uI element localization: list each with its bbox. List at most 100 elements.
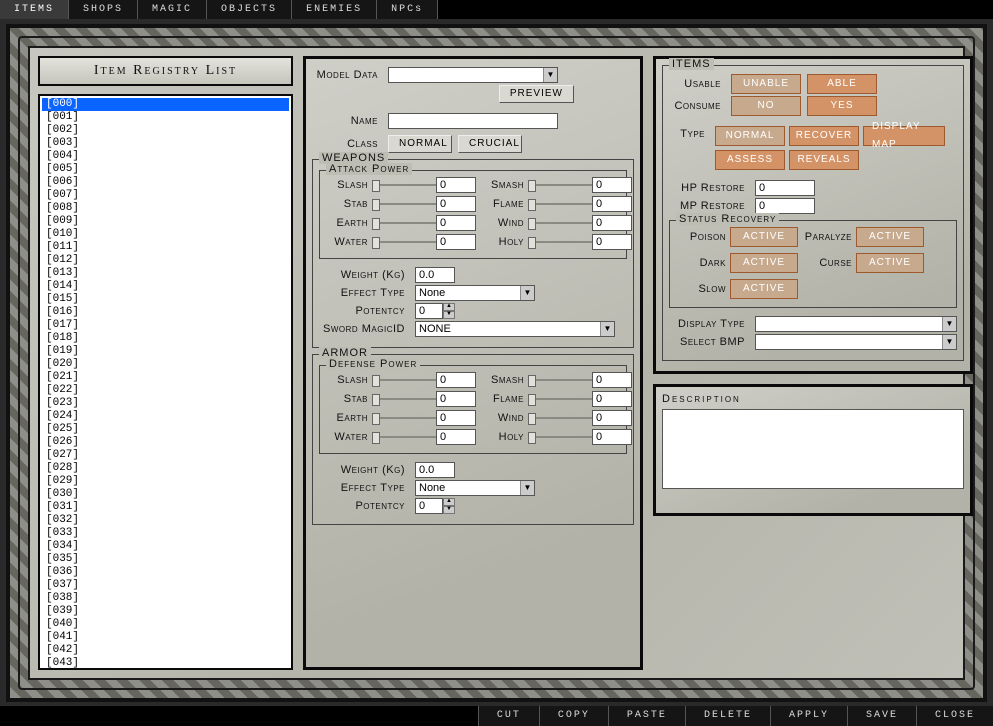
registry-row[interactable]: [028] <box>42 462 289 475</box>
registry-row[interactable]: [032] <box>42 514 289 527</box>
copy-button[interactable]: COPY <box>539 706 608 726</box>
usable-unable-button[interactable]: UNABLE <box>731 74 801 94</box>
w-earth-value[interactable]: 0 <box>436 215 476 231</box>
registry-row[interactable]: [007] <box>42 189 289 202</box>
registry-row[interactable]: [031] <box>42 501 289 514</box>
hp-restore-input[interactable]: 0 <box>755 180 815 196</box>
w-stab-slider[interactable] <box>372 198 436 210</box>
save-button[interactable]: SAVE <box>847 706 916 726</box>
type-displaymap-button[interactable]: DISPLAY MAP <box>863 126 945 146</box>
registry-row[interactable]: [040] <box>42 618 289 631</box>
w-flame-slider[interactable] <box>528 198 592 210</box>
sword-magic-dropdown[interactable]: NONE ▼ <box>415 321 615 337</box>
registry-row[interactable]: [024] <box>42 410 289 423</box>
registry-row[interactable]: [036] <box>42 566 289 579</box>
a-potency-spinner[interactable]: 0 ▲▼ <box>415 498 455 514</box>
type-normal-button[interactable]: NORMAL <box>715 126 785 146</box>
a-water-value[interactable]: 0 <box>436 429 476 445</box>
w-water-slider[interactable] <box>372 236 436 248</box>
a-slash-value[interactable]: 0 <box>436 372 476 388</box>
w-slash-value[interactable]: 0 <box>436 177 476 193</box>
sr-dark-button[interactable]: ACTIVE <box>730 253 798 273</box>
w-holy-slider[interactable] <box>528 236 592 248</box>
registry-row[interactable]: [017] <box>42 319 289 332</box>
registry-row[interactable]: [019] <box>42 345 289 358</box>
cut-button[interactable]: CUT <box>478 706 539 726</box>
registry-row[interactable]: [005] <box>42 163 289 176</box>
caret-up-icon[interactable]: ▲ <box>443 498 455 506</box>
registry-row[interactable]: [014] <box>42 280 289 293</box>
w-weight-input[interactable]: 0.0 <box>415 267 455 283</box>
a-flame-value[interactable]: 0 <box>592 391 632 407</box>
a-stab-value[interactable]: 0 <box>436 391 476 407</box>
w-wind-value[interactable]: 0 <box>592 215 632 231</box>
w-water-value[interactable]: 0 <box>436 234 476 250</box>
w-smash-value[interactable]: 0 <box>592 177 632 193</box>
name-input[interactable] <box>388 113 558 129</box>
registry-row[interactable]: [002] <box>42 124 289 137</box>
apply-button[interactable]: APPLY <box>770 706 847 726</box>
registry-row[interactable]: [027] <box>42 449 289 462</box>
usable-able-button[interactable]: ABLE <box>807 74 877 94</box>
a-water-slider[interactable] <box>372 431 436 443</box>
a-holy-slider[interactable] <box>528 431 592 443</box>
class-crucial-button[interactable]: CRUCIAL <box>458 135 522 153</box>
a-effect-dropdown[interactable]: None ▼ <box>415 480 535 496</box>
w-smash-slider[interactable] <box>528 179 592 191</box>
w-effect-dropdown[interactable]: None ▼ <box>415 285 535 301</box>
consume-yes-button[interactable]: YES <box>807 96 877 116</box>
w-holy-value[interactable]: 0 <box>592 234 632 250</box>
a-slash-slider[interactable] <box>372 374 436 386</box>
model-data-dropdown[interactable]: ▼ <box>388 67 558 83</box>
registry-row[interactable]: [037] <box>42 579 289 592</box>
tab-shops[interactable]: SHOPS <box>69 0 138 19</box>
close-button[interactable]: CLOSE <box>916 706 993 726</box>
w-slash-slider[interactable] <box>372 179 436 191</box>
registry-row[interactable]: [015] <box>42 293 289 306</box>
w-flame-value[interactable]: 0 <box>592 196 632 212</box>
preview-button[interactable]: PREVIEW <box>499 85 574 103</box>
consume-no-button[interactable]: NO <box>731 96 801 116</box>
display-type-dropdown[interactable]: ▼ <box>755 316 957 332</box>
registry-row[interactable]: [030] <box>42 488 289 501</box>
registry-row[interactable]: [012] <box>42 254 289 267</box>
w-stab-value[interactable]: 0 <box>436 196 476 212</box>
a-weight-input[interactable]: 0.0 <box>415 462 455 478</box>
registry-row[interactable]: [029] <box>42 475 289 488</box>
sr-curse-button[interactable]: ACTIVE <box>856 253 924 273</box>
registry-row[interactable]: [022] <box>42 384 289 397</box>
w-potency-value[interactable]: 0 <box>415 303 443 319</box>
registry-row[interactable]: [001] <box>42 111 289 124</box>
a-flame-slider[interactable] <box>528 393 592 405</box>
registry-row[interactable]: [021] <box>42 371 289 384</box>
registry-row[interactable]: [020] <box>42 358 289 371</box>
registry-row[interactable]: [010] <box>42 228 289 241</box>
registry-row[interactable]: [009] <box>42 215 289 228</box>
registry-row[interactable]: [026] <box>42 436 289 449</box>
registry-row[interactable]: [004] <box>42 150 289 163</box>
class-normal-button[interactable]: NORMAL <box>388 135 452 153</box>
delete-button[interactable]: DELETE <box>685 706 770 726</box>
mp-restore-input[interactable]: 0 <box>755 198 815 214</box>
caret-down-icon[interactable]: ▼ <box>443 506 455 514</box>
tab-objects[interactable]: OBJECTS <box>207 0 292 19</box>
registry-row[interactable]: [006] <box>42 176 289 189</box>
registry-row[interactable]: [043] <box>42 657 289 670</box>
type-assess-button[interactable]: ASSESS <box>715 150 785 170</box>
registry-row[interactable]: [018] <box>42 332 289 345</box>
caret-up-icon[interactable]: ▲ <box>443 303 455 311</box>
sr-paralyze-button[interactable]: ACTIVE <box>856 227 924 247</box>
a-potency-value[interactable]: 0 <box>415 498 443 514</box>
a-earth-slider[interactable] <box>372 412 436 424</box>
registry-row[interactable]: [011] <box>42 241 289 254</box>
registry-row[interactable]: [042] <box>42 644 289 657</box>
tab-items[interactable]: ITEMS <box>0 0 69 19</box>
a-earth-value[interactable]: 0 <box>436 410 476 426</box>
sr-slow-button[interactable]: ACTIVE <box>730 279 798 299</box>
type-recover-button[interactable]: RECOVER <box>789 126 859 146</box>
caret-down-icon[interactable]: ▼ <box>443 311 455 319</box>
registry-row[interactable]: [000] <box>42 98 289 111</box>
registry-row[interactable]: [003] <box>42 137 289 150</box>
w-wind-slider[interactable] <box>528 217 592 229</box>
registry-row[interactable]: [016] <box>42 306 289 319</box>
